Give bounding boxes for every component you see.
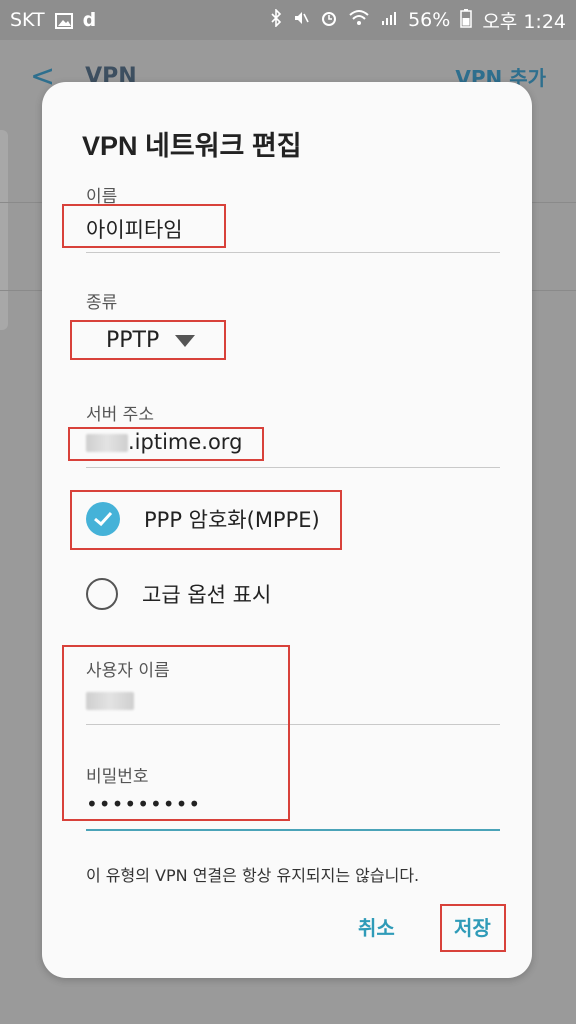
- edit-vpn-dialog: VPN 네트워크 편집 이름 아이피타임 종류 PPTP 서버 주소 .ipti…: [42, 82, 532, 978]
- bluetooth-icon: [270, 7, 282, 32]
- server-label: 서버 주소: [86, 405, 154, 425]
- highlight-box: [62, 204, 226, 248]
- server-underline: [86, 467, 500, 468]
- carrier-label: SKT: [10, 9, 45, 31]
- alarm-icon: [320, 9, 338, 32]
- app-letter-icon: d: [82, 9, 97, 31]
- highlight-box: [68, 427, 264, 461]
- highlight-box: [70, 320, 226, 360]
- status-bar: SKT d 56% 오후 1:24: [0, 0, 576, 40]
- type-label: 종류: [86, 293, 118, 313]
- password-underline: [86, 829, 500, 831]
- highlight-box: [440, 904, 506, 952]
- gallery-icon: [54, 12, 73, 29]
- battery-icon: [460, 8, 473, 33]
- advanced-options-label: 고급 옵션 표시: [142, 583, 272, 607]
- unchecked-circle-icon: [86, 578, 118, 610]
- highlight-box: [70, 490, 342, 550]
- mute-icon: [292, 9, 310, 32]
- dialog-title: VPN 네트워크 편집: [82, 131, 302, 161]
- advanced-options-checkbox[interactable]: 고급 옵션 표시: [86, 578, 271, 610]
- battery-percent: 56%: [408, 9, 451, 31]
- name-underline: [86, 252, 500, 253]
- highlight-box: [62, 645, 290, 821]
- wifi-icon: [348, 9, 370, 32]
- vpn-note: 이 유형의 VPN 연결은 항상 유지되지는 않습니다.: [86, 866, 420, 885]
- background-card: [0, 130, 8, 330]
- clock: 오후 1:24: [482, 10, 566, 33]
- cancel-button[interactable]: 취소: [358, 912, 395, 941]
- signal-icon: [380, 9, 398, 32]
